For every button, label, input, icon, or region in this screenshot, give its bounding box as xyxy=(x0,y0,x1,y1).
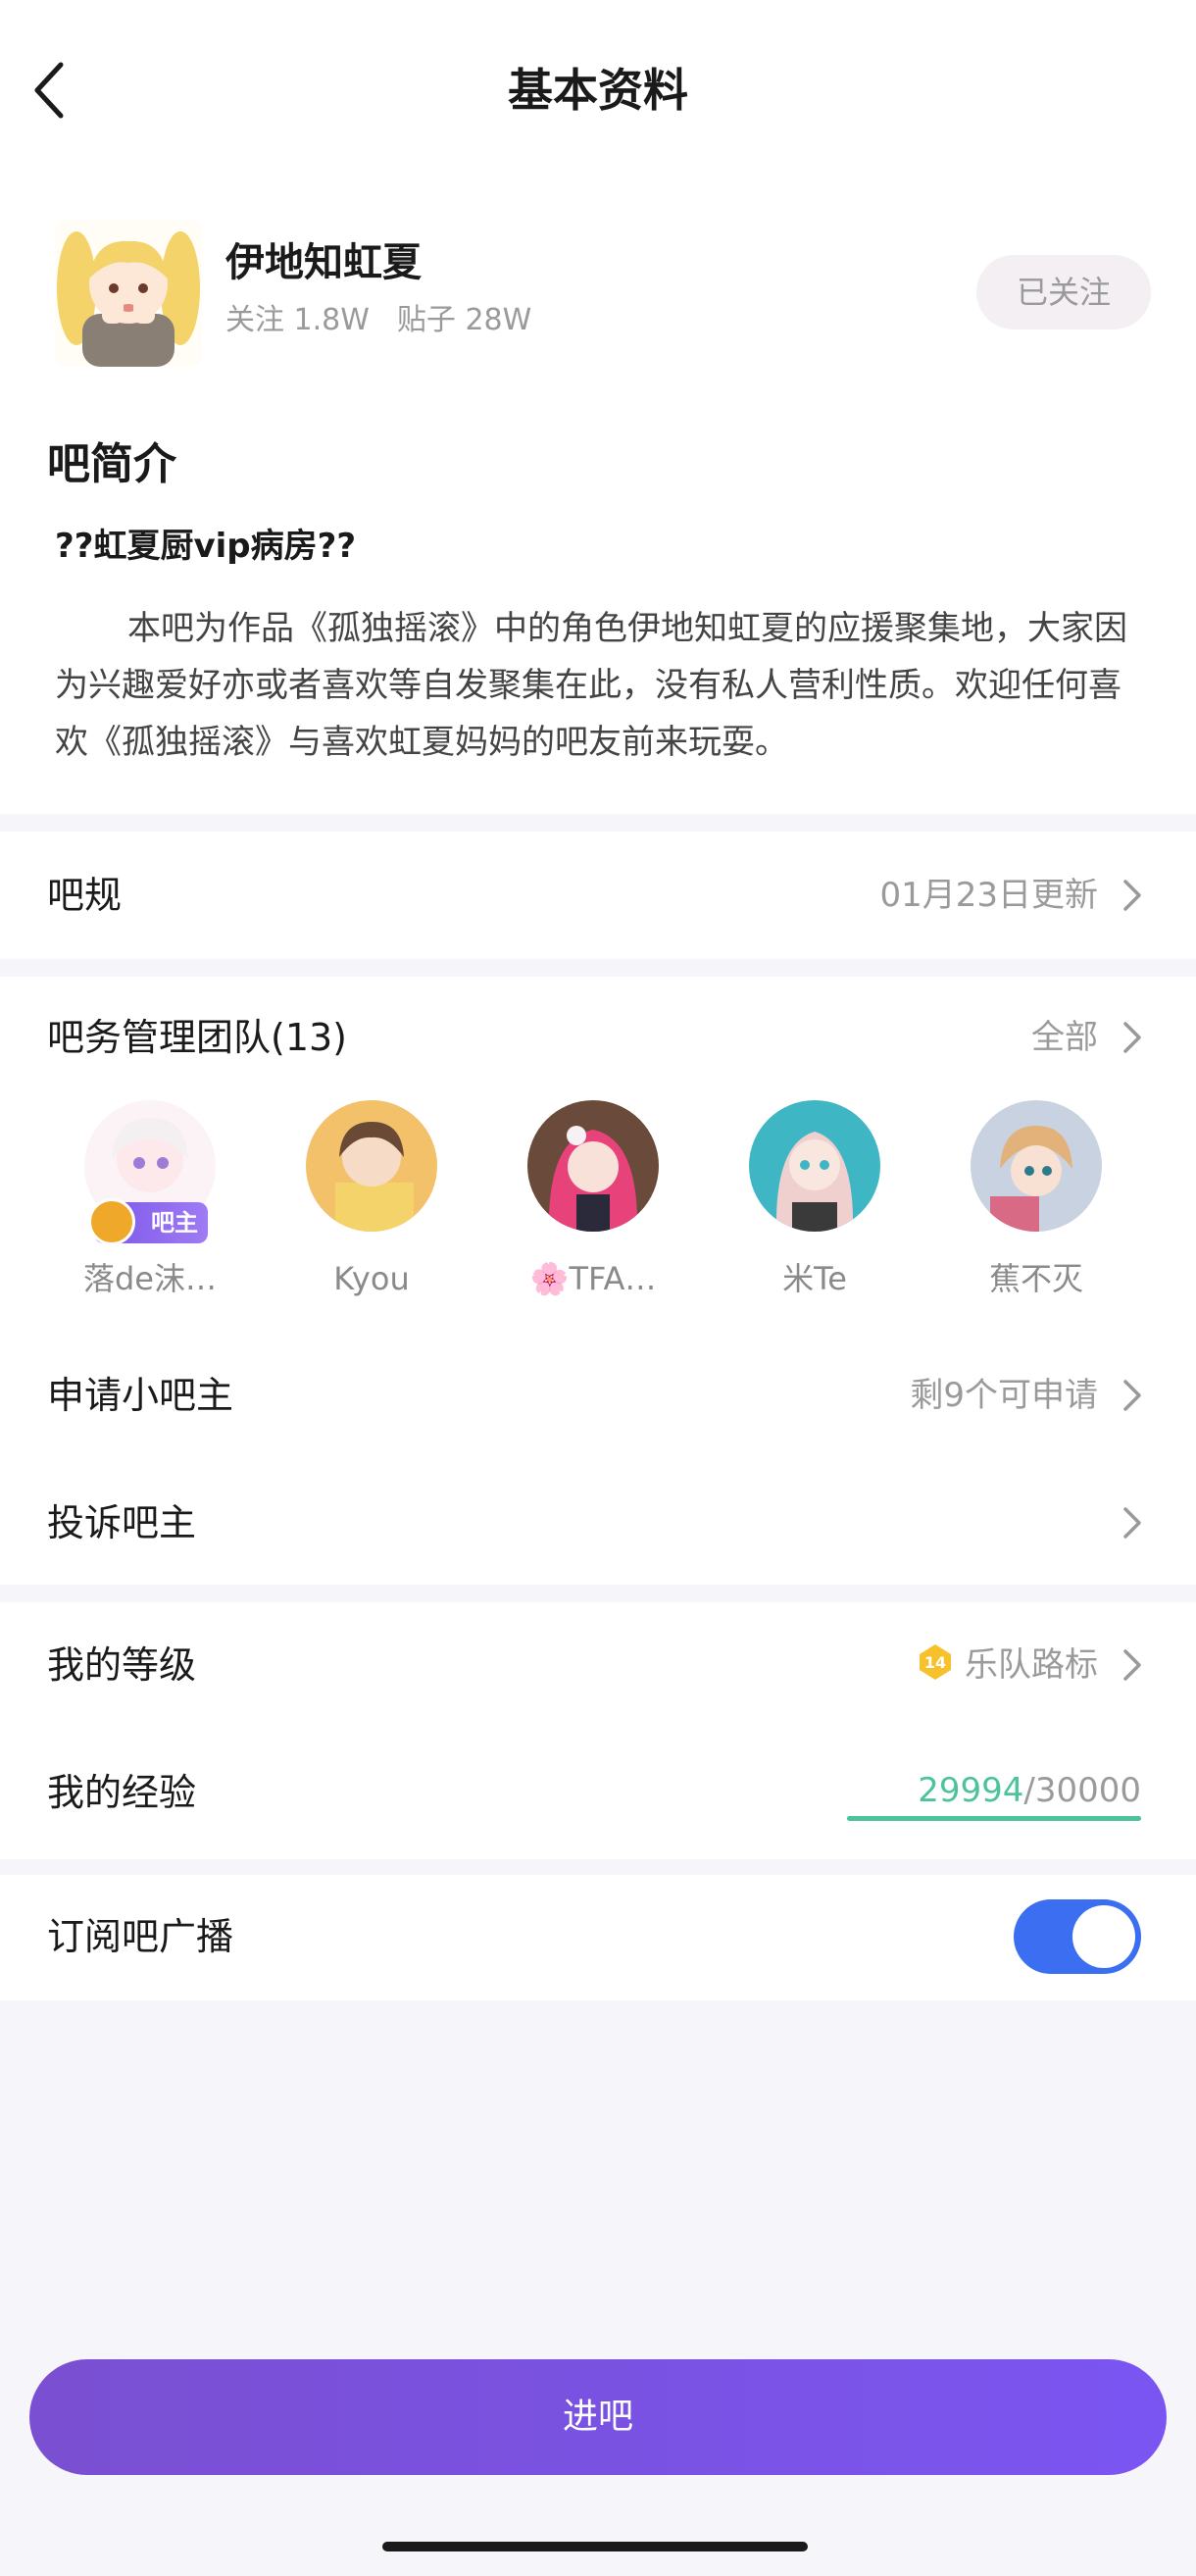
intro-body: 本吧为作品《孤独摇滚》中的角色伊地知虹夏的应援聚集地，大家因为兴趣爱好亦或者喜欢… xyxy=(55,609,1127,762)
forum-stats: 关注 1.8W 贴子 28W xyxy=(225,300,559,341)
apply-label[interactable]: 申请小吧主 xyxy=(47,1368,233,1423)
apply-remaining: 剩9个可申请 xyxy=(910,1376,1098,1415)
experience-label: 我的经验 xyxy=(47,1771,197,1814)
team-all-link[interactable]: 全部 xyxy=(1031,1010,1098,1065)
avatar xyxy=(527,1100,659,1232)
chevron-right-icon xyxy=(1123,1380,1141,1411)
follow-button[interactable]: 已关注 xyxy=(976,255,1151,329)
toggle-knob xyxy=(1072,1905,1135,1968)
svg-text:14: 14 xyxy=(924,1653,946,1672)
page: 基本资料 伊地知虹夏 关注 1.8W 贴子 28W 已关注 吧简介 ??虹夏厨vi… xyxy=(0,0,1196,2576)
subscribe-label: 订阅吧广播 xyxy=(47,1915,234,1958)
member-name: 蕉不灭 xyxy=(988,1260,1083,1297)
team-member-list: 吧主 落de沫… Kyou 🌸TFA… 米Te 蕉不灭 xyxy=(39,1100,1157,1316)
owner-badge: 吧主 xyxy=(88,1198,208,1245)
rules-updated: 01月23日更新 xyxy=(879,876,1098,915)
forum-name: 伊地知虹夏 xyxy=(225,240,422,285)
level-badge-icon: 14 xyxy=(920,1644,951,1680)
subscribe-toggle[interactable] xyxy=(1014,1899,1141,1974)
experience-total: /30000 xyxy=(1023,1771,1141,1810)
home-indicator xyxy=(382,2542,808,2551)
member-name: Kyou xyxy=(333,1260,410,1297)
crown-icon xyxy=(88,1198,135,1245)
experience-value: 29994/30000 xyxy=(847,1765,1141,1820)
experience-progress-fill xyxy=(847,1816,1141,1821)
chevron-right-icon xyxy=(1123,1507,1141,1539)
enter-forum-button[interactable]: 进吧 xyxy=(29,2359,1167,2475)
rules-label: 吧规 xyxy=(47,874,123,917)
avatar xyxy=(971,1100,1102,1232)
page-title: 基本资料 xyxy=(508,64,688,117)
avatar xyxy=(749,1100,880,1232)
avatar xyxy=(306,1100,437,1232)
team-label: 吧务管理团队(13) xyxy=(47,1016,348,1059)
followers-count: 关注 1.8W xyxy=(225,303,370,337)
experience-current: 29994 xyxy=(918,1771,1024,1810)
member-name: 🌸TFA… xyxy=(529,1260,657,1297)
level-value[interactable]: 14 乐队路标 xyxy=(916,1638,1098,1692)
intro-subtitle: ??虹夏厨vip病房?? xyxy=(55,527,357,566)
level-title: 乐队路标 xyxy=(965,1645,1098,1685)
member-name: 落de沫… xyxy=(82,1260,217,1297)
complain-label[interactable]: 投诉吧主 xyxy=(47,1495,196,1550)
intro-heading: 吧简介 xyxy=(47,439,176,489)
header: 基本资料 xyxy=(0,0,1196,177)
level-label: 我的等级 xyxy=(47,1643,197,1687)
chevron-right-icon xyxy=(1123,880,1141,911)
forum-avatar xyxy=(55,220,202,367)
posts-count: 贴子 28W xyxy=(396,303,532,337)
member-name: 米Te xyxy=(782,1260,847,1297)
chevron-right-icon xyxy=(1123,1649,1141,1681)
experience-progress-bar xyxy=(847,1816,1141,1821)
chevron-right-icon xyxy=(1123,1022,1141,1053)
